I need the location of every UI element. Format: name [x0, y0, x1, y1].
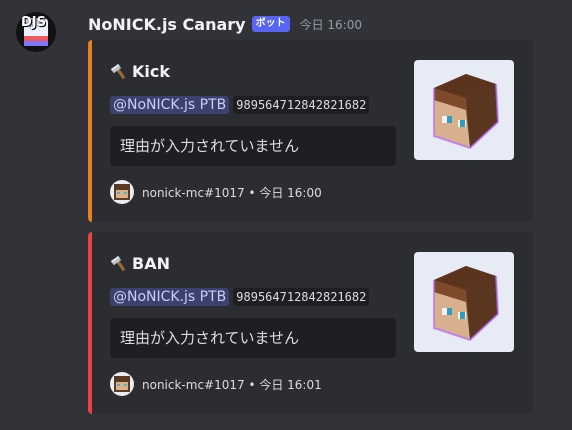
embed-title: Kick [110, 62, 170, 81]
avatar-text: DJS [21, 15, 46, 30]
embed-ban: BAN @NoNICK.js PTB 989564712842821682 理由… [88, 232, 533, 414]
footer-text: nonick-mc#1017 • 今日 16:00 [142, 185, 322, 200]
embed-footer: nonick-mc#1017 • 今日 16:00 [110, 180, 322, 204]
embed-footer: nonick-mc#1017 • 今日 16:01 [110, 372, 322, 396]
bot-avatar[interactable]: DJS [16, 12, 56, 52]
thumbnail[interactable] [414, 60, 514, 160]
embed-title: BAN [110, 254, 170, 273]
message-header: NoNICK.js Canary ボット 今日 16:00 [88, 14, 362, 34]
message-timestamp[interactable]: 今日 16:00 [300, 16, 362, 33]
thumbnail[interactable] [414, 252, 514, 352]
bot-badge: ボット [251, 16, 290, 32]
hammer-icon [110, 255, 128, 273]
user-mention[interactable]: @NoNICK.js PTB [110, 288, 230, 306]
target-row: @NoNICK.js PTB 989564712842821682 [110, 288, 370, 306]
user-id: 989564712842821682 [233, 96, 370, 114]
embed-kick: Kick @NoNICK.js PTB 989564712842821682 理… [88, 40, 533, 222]
footer-avatar [110, 180, 134, 204]
username[interactable]: NoNICK.js Canary [88, 15, 246, 34]
user-id: 989564712842821682 [233, 288, 370, 306]
target-row: @NoNICK.js PTB 989564712842821682 [110, 96, 370, 114]
embed-title-text: BAN [132, 254, 170, 273]
reason-box: 理由が入力されていません [110, 318, 396, 358]
footer-text: nonick-mc#1017 • 今日 16:01 [142, 377, 322, 392]
hammer-icon [110, 63, 128, 81]
reason-box: 理由が入力されていません [110, 126, 396, 166]
embed-title-text: Kick [132, 62, 171, 81]
footer-avatar [110, 372, 134, 396]
user-mention[interactable]: @NoNICK.js PTB [110, 96, 230, 114]
